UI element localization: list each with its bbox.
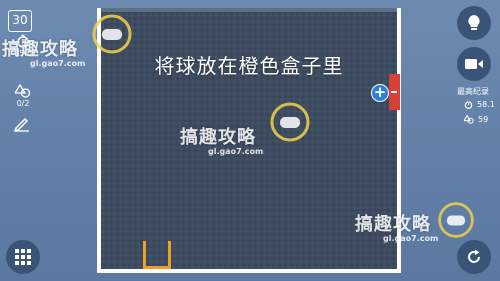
blue-ball[interactable]: + [371,84,389,102]
orange-target-box [143,241,171,269]
video-button[interactable] [457,47,491,81]
shapes-value: 0/2 [16,99,30,108]
best-record-title: 最高纪录 [457,87,489,96]
best-shapes-row: 59 [464,115,500,124]
best-time-value: 58.1 [477,100,495,109]
lightbulb-icon [468,15,480,30]
watermark-url: gl.gao7.com [30,59,86,68]
shapes-icon [464,115,474,124]
video-camera-icon [465,59,483,69]
watermark-gamepad-icon [92,14,132,54]
best-time-row: 58.1 [464,100,500,109]
watermark-gamepad-icon [438,202,474,238]
restart-button[interactable] [457,240,491,274]
hint-button[interactable] [457,6,491,40]
watermark-text: 搞趣攻略 [355,214,431,235]
restart-icon [468,249,480,263]
watermark-url: gl.gao7.com [208,147,264,156]
level-hint-text: 将球放在橙色盒子里 [154,54,344,78]
watermark-text: 搞趣攻略 [180,127,256,148]
watermark-logo: 搞趣攻略 gl.gao7.com [2,35,85,68]
stopwatch-icon [464,101,473,109]
watermark-logo: 搞趣攻略 gl.gao7.com [355,210,438,243]
best-shapes-value: 59 [478,115,489,124]
shapes-icon [15,84,31,98]
watermark-url: gl.gao7.com [383,234,439,243]
grid-menu-icon [15,249,31,265]
shapes-stat: 0/2 [6,84,40,109]
red-wall-tab [389,74,400,110]
watermark-gamepad-icon [270,102,310,142]
menu-button[interactable] [6,240,40,274]
pencil-icon[interactable] [13,114,31,132]
watermark-text: 搞趣攻略 [2,39,78,60]
watermark-logo: 搞趣攻略 gl.gao7.com [180,123,263,156]
level-number-badge: 30 [8,10,32,32]
